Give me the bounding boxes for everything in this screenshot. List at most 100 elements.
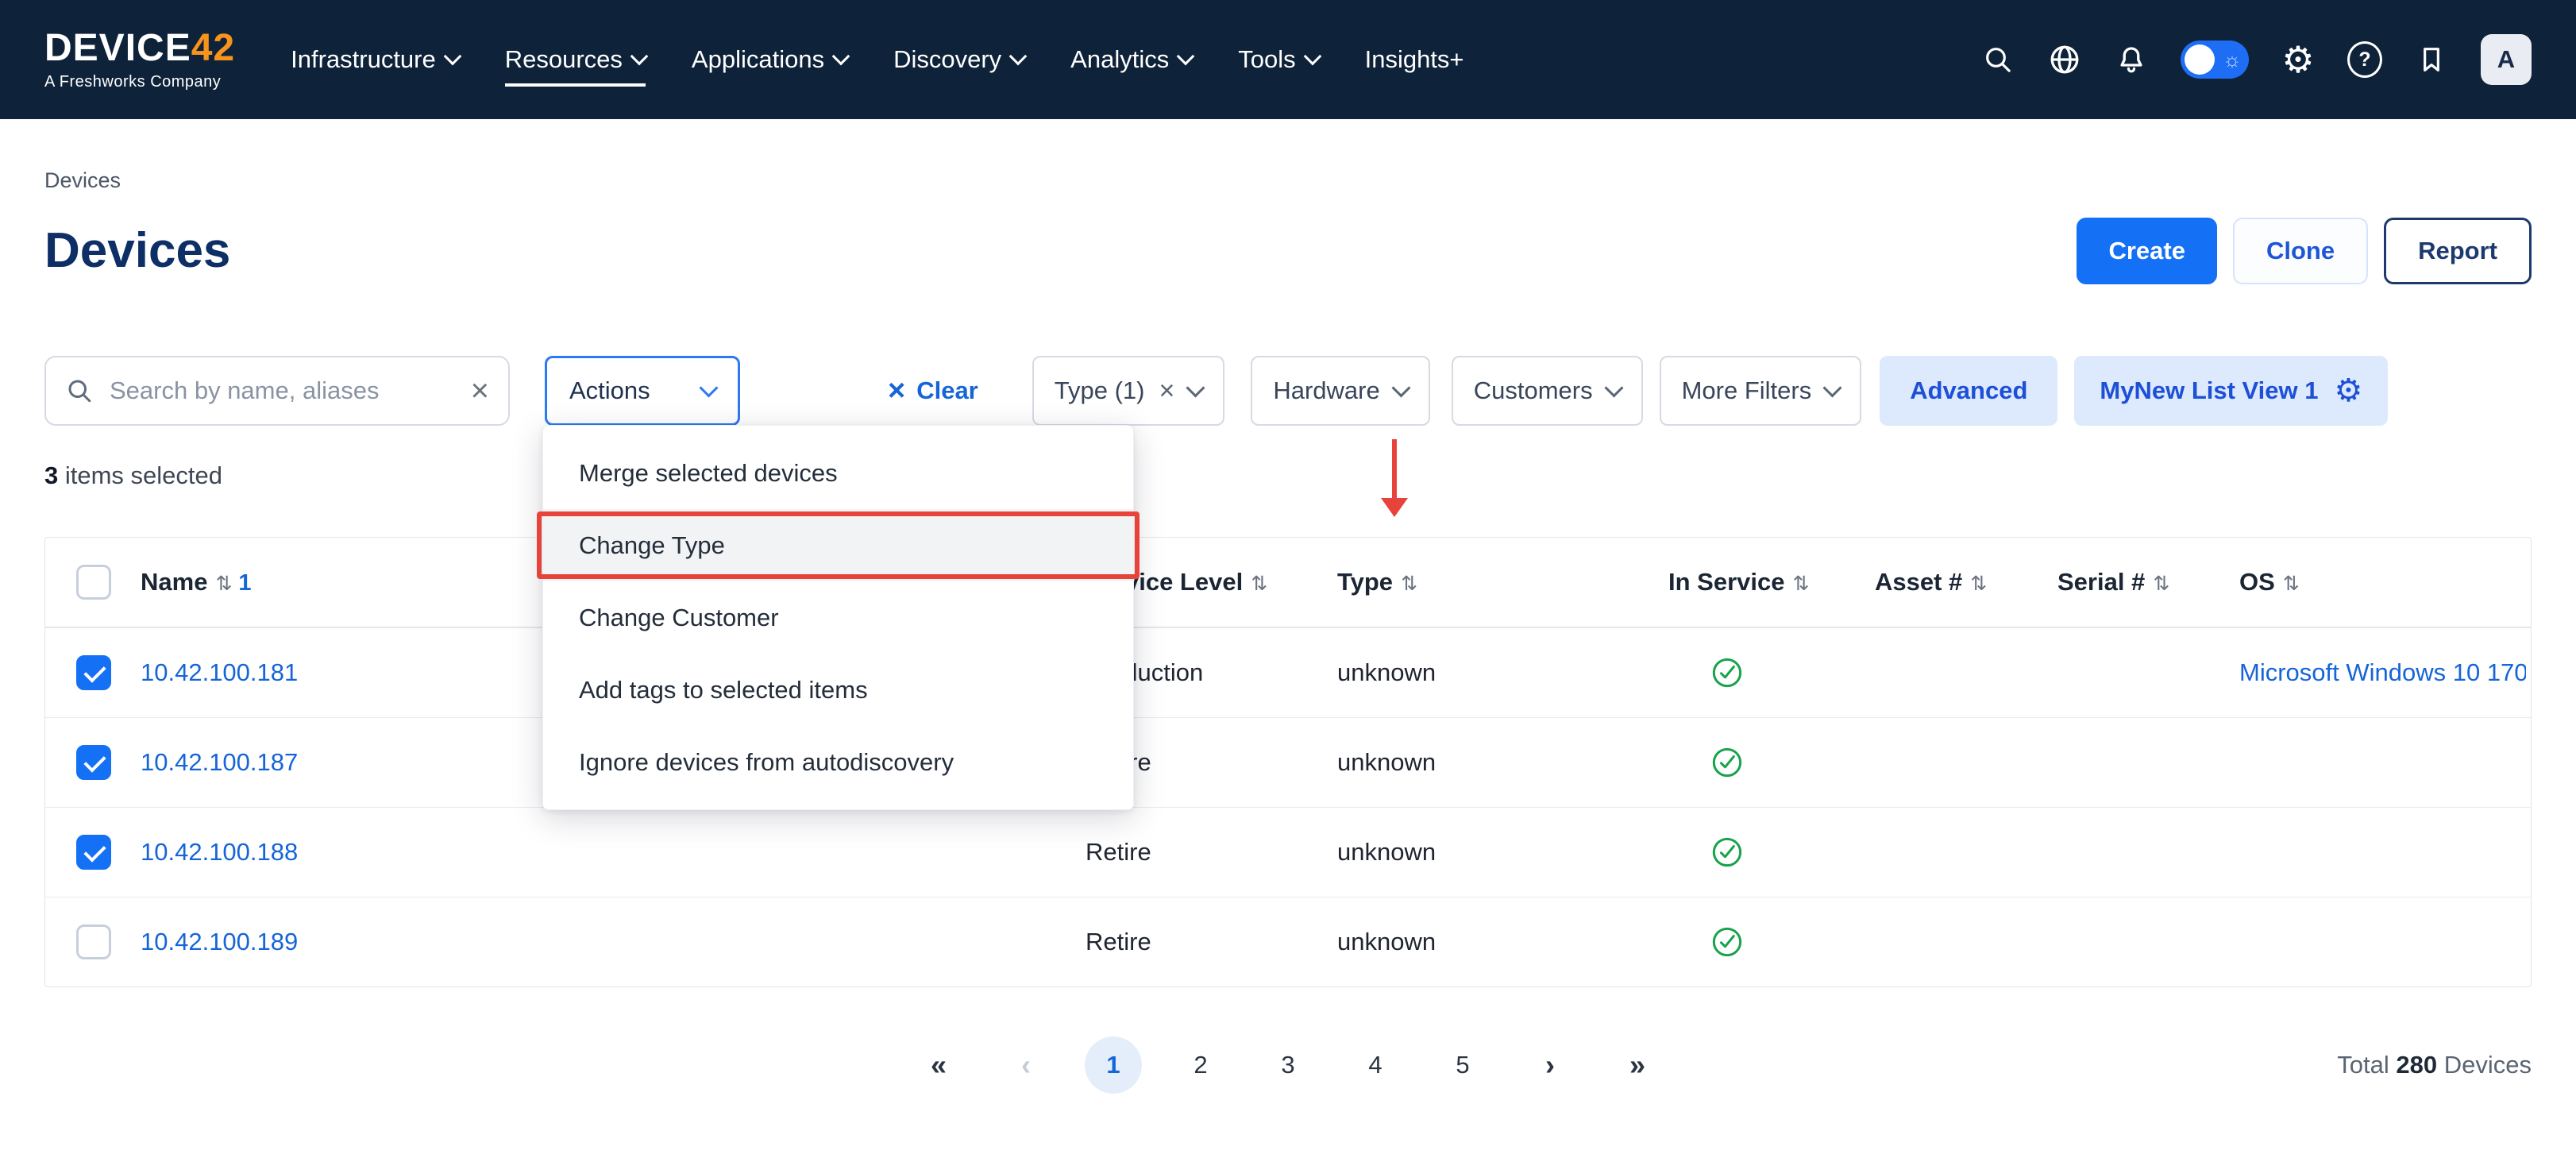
nav-item-resources[interactable]: Resources (505, 45, 646, 87)
chevron-down-icon (699, 378, 718, 397)
remove-type-filter-icon[interactable]: × (1159, 377, 1174, 404)
more-filters-chip[interactable]: More Filters (1660, 356, 1862, 426)
sort-icon[interactable]: ⇅ (2283, 573, 2300, 595)
nav-item-analytics[interactable]: Analytics (1070, 45, 1192, 87)
pagination: « ‹ 1 2 3 4 5 › » (910, 1036, 1666, 1094)
customers-filter-chip[interactable]: Customers (1452, 356, 1643, 426)
column-header-type[interactable]: Type⇅ (1337, 568, 1417, 596)
list-view-button[interactable]: MyNew List View 1 ⚙ (2074, 356, 2388, 426)
nav-item-applications[interactable]: Applications (692, 45, 847, 87)
sort-icon[interactable]: ⇅ (1970, 573, 1987, 595)
column-header-name[interactable]: Name⇅1 (141, 568, 252, 596)
type-value: unknown (1337, 658, 1436, 687)
type-value: unknown (1337, 748, 1436, 777)
bookmark-icon[interactable] (2414, 42, 2449, 77)
last-page-button[interactable]: » (1609, 1036, 1666, 1094)
gear-icon[interactable]: ⚙ (2335, 375, 2363, 407)
device-name-link[interactable]: 10.42.100.189 (141, 928, 298, 956)
menu-item-merge-selected-devices[interactable]: Merge selected devices (543, 437, 1133, 509)
device-name-link[interactable]: 10.42.100.187 (141, 748, 298, 777)
top-navigation-bar: DEVICE42 A Freshworks Company Infrastruc… (0, 0, 2576, 119)
column-header-os[interactable]: OS⇅ (2239, 568, 2526, 596)
help-icon[interactable]: ? (2347, 42, 2382, 77)
header-buttons: Create Clone Report (2077, 218, 2532, 284)
sort-icon[interactable]: ⇅ (215, 573, 232, 595)
device-name-link[interactable]: 10.42.100.188 (141, 838, 298, 867)
sort-icon[interactable]: ⇅ (2153, 573, 2169, 595)
sort-icon[interactable]: ⇅ (1792, 573, 1809, 595)
create-button[interactable]: Create (2077, 218, 2217, 284)
nav-item-discovery[interactable]: Discovery (893, 45, 1024, 87)
prev-page-button[interactable]: ‹ (997, 1036, 1055, 1094)
page-button-3[interactable]: 3 (1259, 1036, 1317, 1094)
breadcrumb[interactable]: Devices (44, 167, 2532, 194)
table-row: 10.42.100.189 Retire unknown (45, 897, 2531, 986)
menu-item-add-tags[interactable]: Add tags to selected items (543, 654, 1133, 726)
column-header-serial[interactable]: Serial #⇅ (2057, 568, 2169, 596)
row-checkbox[interactable] (76, 655, 111, 690)
page-button-2[interactable]: 2 (1172, 1036, 1229, 1094)
select-all-checkbox[interactable] (76, 565, 111, 600)
row-checkbox[interactable] (76, 924, 111, 959)
clear-search-icon[interactable]: × (471, 375, 489, 407)
filter-toolbar: × Actions × Clear Type (1) × Hardware Cu… (44, 356, 2532, 426)
menu-item-change-type[interactable]: Change Type (543, 509, 1133, 581)
page-button-4[interactable]: 4 (1347, 1036, 1404, 1094)
os-link[interactable]: Microsoft Windows 10 170 (2239, 658, 2526, 687)
advanced-button[interactable]: Advanced (1880, 356, 2057, 426)
user-avatar[interactable]: A (2481, 34, 2532, 85)
menu-item-change-customer[interactable]: Change Customer (543, 581, 1133, 654)
actions-dropdown[interactable]: Actions (545, 356, 740, 426)
page-title: Devices (44, 221, 230, 281)
chevron-down-icon (1177, 48, 1195, 66)
chevron-down-icon (1009, 48, 1028, 66)
menu-item-ignore-devices[interactable]: Ignore devices from autodiscovery (543, 726, 1133, 798)
column-header-asset[interactable]: Asset #⇅ (1875, 568, 1987, 596)
gear-icon[interactable]: ⚙ (2281, 42, 2316, 77)
chevron-down-icon (1186, 378, 1205, 397)
in-service-check-icon (1711, 747, 1743, 778)
hardware-filter-chip[interactable]: Hardware (1251, 356, 1429, 426)
page-button-5[interactable]: 5 (1434, 1036, 1491, 1094)
bell-icon[interactable] (2114, 42, 2149, 77)
chevron-down-icon (1303, 48, 1321, 66)
chevron-down-icon (443, 48, 461, 66)
in-service-check-icon (1711, 657, 1743, 689)
total-count: Total 280 Devices (2337, 1051, 2532, 1079)
logo-tagline: A Freshworks Company (44, 73, 235, 91)
type-value: unknown (1337, 928, 1436, 956)
nav-item-insights[interactable]: Insights+ (1365, 45, 1464, 87)
table-row: 10.42.100.187 Retire unknown (45, 717, 2531, 807)
in-service-check-icon (1711, 926, 1743, 958)
service-level-value: Retire (1086, 928, 1151, 956)
type-value: unknown (1337, 838, 1436, 867)
search-input[interactable] (108, 376, 457, 406)
logo-text: DEVICE42 (44, 29, 235, 68)
search-box[interactable]: × (44, 356, 510, 426)
in-service-check-icon (1711, 836, 1743, 868)
actions-menu: Merge selected devices Change Type Chang… (542, 425, 1134, 810)
row-checkbox[interactable] (76, 835, 111, 870)
row-checkbox[interactable] (76, 745, 111, 780)
theme-toggle[interactable]: ☼ (2181, 41, 2249, 79)
clone-button[interactable]: Clone (2233, 218, 2368, 284)
search-icon[interactable] (1980, 42, 2015, 77)
nav-item-infrastructure[interactable]: Infrastructure (291, 45, 459, 87)
magnifier-icon (65, 376, 94, 405)
nav-item-tools[interactable]: Tools (1238, 45, 1318, 87)
device-name-link[interactable]: 10.42.100.181 (141, 658, 298, 687)
first-page-button[interactable]: « (910, 1036, 967, 1094)
toggle-knob (2185, 44, 2215, 75)
sort-icon[interactable]: ⇅ (1251, 573, 1267, 595)
next-page-button[interactable]: › (1521, 1036, 1579, 1094)
table-row: 10.42.100.181 Production unknown Microso… (45, 627, 2531, 717)
sort-icon[interactable]: ⇅ (1401, 573, 1417, 595)
type-filter-chip[interactable]: Type (1) × (1032, 356, 1225, 426)
globe-icon[interactable] (2047, 42, 2082, 77)
chevron-down-icon (1391, 378, 1410, 397)
clear-filters-link[interactable]: × Clear (888, 376, 978, 406)
column-header-in-service[interactable]: In Service⇅ (1668, 568, 1809, 596)
device42-logo[interactable]: DEVICE42 A Freshworks Company (44, 29, 235, 91)
report-button[interactable]: Report (2384, 218, 2532, 284)
page-button-1[interactable]: 1 (1085, 1036, 1142, 1094)
